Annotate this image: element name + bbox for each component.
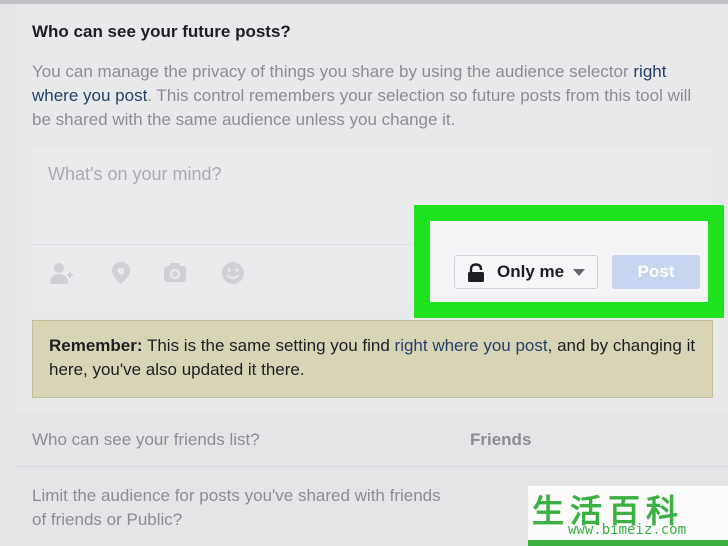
- camera-icon[interactable]: [162, 260, 188, 286]
- limit-past-posts-label: Limit the audience for posts you've shar…: [32, 486, 441, 529]
- audience-selector-button[interactable]: Only me: [454, 255, 598, 289]
- remember-bold-label: Remember:: [49, 336, 143, 355]
- location-pin-icon[interactable]: [108, 260, 134, 286]
- tag-friends-icon[interactable]: [48, 260, 74, 286]
- friends-list-setting-label: Who can see your friends list?: [32, 430, 260, 449]
- watermark-logo: 生活百科 www.bimeiz.com: [528, 486, 728, 546]
- description-text-before: You can manage the privacy of things you…: [32, 62, 634, 81]
- watermark-url: www.bimeiz.com: [568, 522, 687, 538]
- remember-notice: Remember: This is the same setting you f…: [32, 320, 713, 398]
- emoji-icon[interactable]: [220, 260, 246, 286]
- watermark-stripe: [528, 540, 728, 546]
- remember-right-where-you-post-link[interactable]: right where you post: [395, 336, 548, 355]
- lock-icon: [468, 263, 484, 282]
- highlight-box: Only me Post: [414, 205, 724, 318]
- section-description: You can manage the privacy of things you…: [32, 60, 712, 132]
- highlight-inner: Only me Post: [430, 221, 708, 302]
- remember-text-before: This is the same setting you find: [142, 336, 395, 355]
- section-heading: Who can see your future posts?: [32, 22, 291, 41]
- chevron-down-icon: [573, 269, 585, 276]
- post-button[interactable]: Post: [612, 255, 700, 289]
- audience-selector-label: Only me: [497, 262, 565, 281]
- composer-input-placeholder[interactable]: What's on your mind?: [48, 164, 222, 185]
- settings-row-divider: [16, 466, 728, 467]
- friends-list-setting-value[interactable]: Friends: [470, 430, 531, 450]
